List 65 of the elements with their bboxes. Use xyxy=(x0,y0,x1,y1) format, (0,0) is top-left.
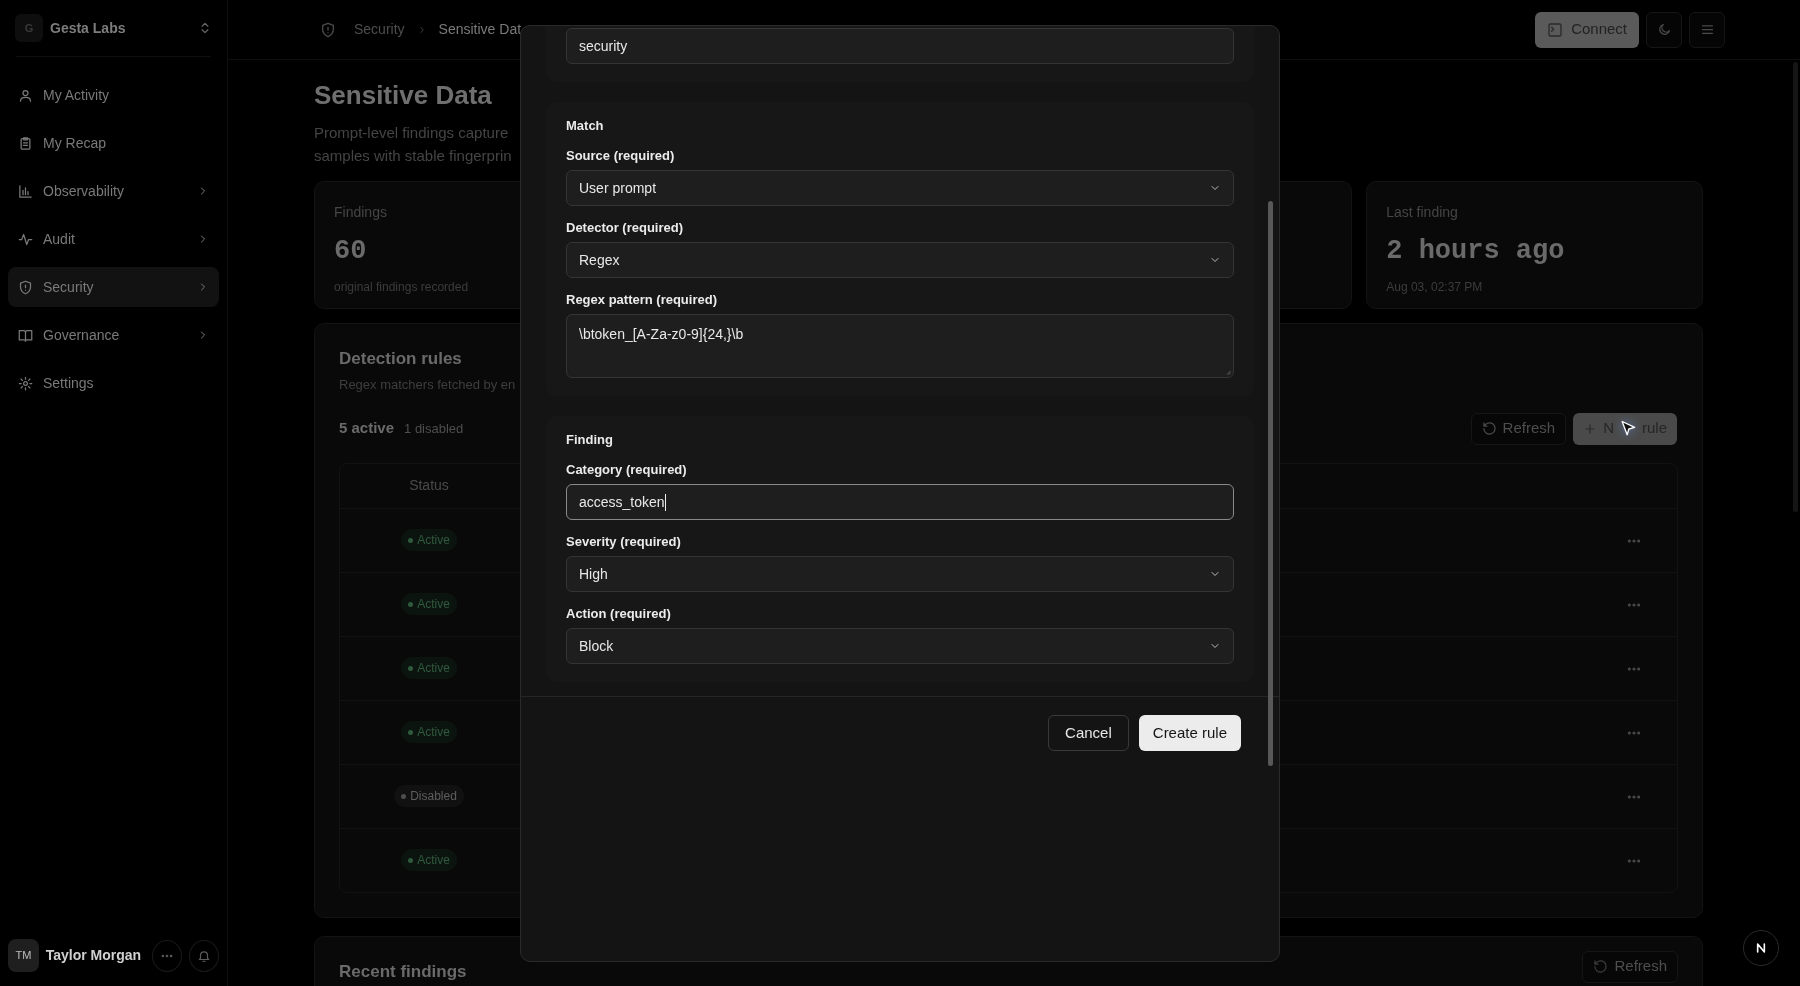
disabled-count: 1 disabled xyxy=(404,419,464,438)
user-avatar: TM xyxy=(8,939,39,972)
select-field[interactable]: User prompt xyxy=(566,170,1234,206)
cancel-button[interactable]: Cancel xyxy=(1048,715,1129,751)
menu-icon xyxy=(1699,22,1715,37)
create-button[interactable]: Create rule xyxy=(1138,715,1241,751)
field-label: Category (required) xyxy=(566,462,687,478)
bar-chart-icon xyxy=(18,183,33,199)
theme-button[interactable] xyxy=(1646,11,1682,48)
status-badge: Disabled xyxy=(394,785,464,808)
refresh-icon xyxy=(1481,421,1497,437)
moon-icon xyxy=(1656,22,1672,37)
text-input[interactable]: security xyxy=(566,28,1234,64)
active-count: 5 active xyxy=(339,418,395,439)
text-input[interactable]: access_token xyxy=(566,484,1234,520)
field-label: Action (required) xyxy=(566,606,671,622)
shield-icon xyxy=(320,21,336,38)
sidebar-item[interactable]: Governance xyxy=(8,315,219,355)
field-label: Severity (required) xyxy=(566,534,681,550)
sidebar-item[interactable]: My Recap xyxy=(8,123,219,163)
page-description: samples with stable fingerprin xyxy=(314,146,512,167)
stat-value: 60 xyxy=(334,235,367,269)
select-field[interactable]: Block xyxy=(566,628,1234,664)
sidebar-item[interactable]: Audit xyxy=(8,219,219,259)
app-badge-button[interactable] xyxy=(1743,930,1779,966)
textarea-field[interactable]: \btoken_[A-Za-z0-9]{24,}\b xyxy=(566,314,1234,378)
stat-value: 2 hours ago xyxy=(1386,235,1565,269)
section-heading: Finding xyxy=(566,432,613,448)
section-title: Detection rules xyxy=(339,348,462,371)
column-header: Status xyxy=(409,476,449,496)
workspace-name: Gesta Labs xyxy=(50,18,126,38)
sidebar-item[interactable]: Settings xyxy=(8,363,219,403)
status-badge: Active xyxy=(401,657,457,680)
page-description: Prompt-level findings capture xyxy=(314,123,509,144)
status-badge: Active xyxy=(401,849,457,872)
book-icon xyxy=(18,327,33,343)
clipboard-icon xyxy=(18,135,33,151)
status-badge: Active xyxy=(401,529,457,552)
pulse-icon xyxy=(18,231,33,247)
plus-icon xyxy=(1583,421,1598,436)
bell-icon xyxy=(197,948,211,963)
stat-label: Findings xyxy=(334,203,387,223)
sidebar-item[interactable]: Observability xyxy=(8,171,219,211)
sidebar-item[interactable]: My Activity xyxy=(8,75,219,115)
refresh-icon xyxy=(1593,959,1609,975)
sidebar-item[interactable]: Security xyxy=(8,267,219,307)
user-icon xyxy=(18,87,33,103)
status-badge: Active xyxy=(401,593,457,616)
settings-icon xyxy=(18,375,33,391)
section-title: Recent findings xyxy=(339,960,467,983)
status-badge: Active xyxy=(401,721,457,744)
field-label: Regex pattern (required) xyxy=(566,292,717,308)
select-field[interactable]: High xyxy=(566,556,1234,592)
shield-icon xyxy=(18,279,33,295)
select-field[interactable]: Regex xyxy=(566,242,1234,278)
user-name: Taylor Morgan xyxy=(45,946,142,965)
field-label: Source (required) xyxy=(566,148,675,164)
page-title: Sensitive Data xyxy=(314,80,492,112)
menu-button[interactable] xyxy=(1689,11,1725,48)
stat-label: Last finding xyxy=(1386,203,1458,223)
terminal-icon xyxy=(1547,21,1564,38)
field-label: Detector (required) xyxy=(566,220,684,236)
scrollbar[interactable] xyxy=(1268,201,1273,766)
breadcrumb-link[interactable]: Security xyxy=(354,19,405,40)
section-heading: Match xyxy=(566,118,604,134)
